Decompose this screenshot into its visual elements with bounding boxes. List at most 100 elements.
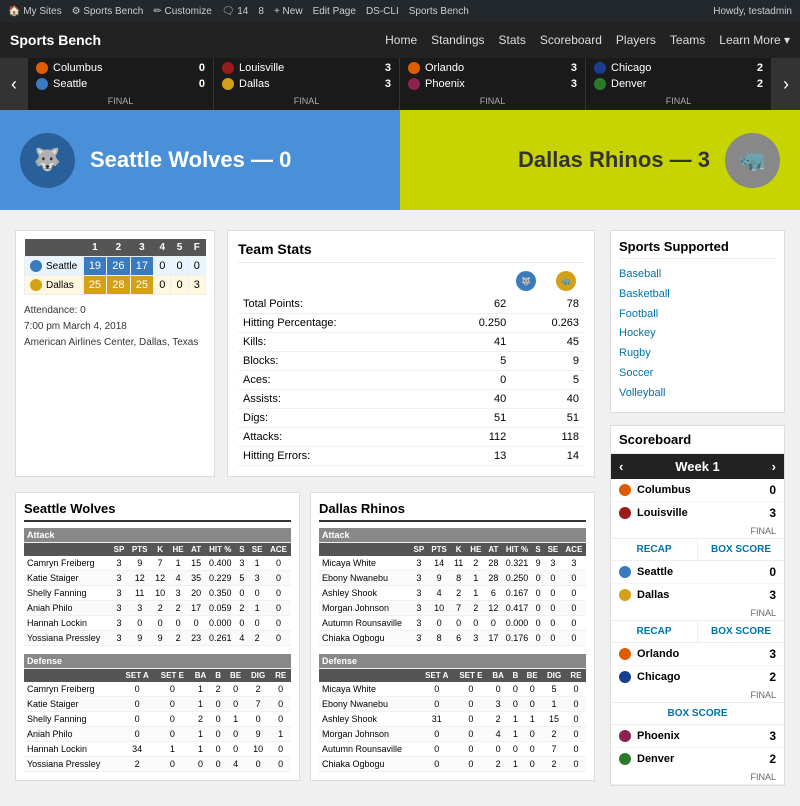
player-row: Hannah Lockin300000.000000 (24, 616, 291, 631)
player-stat: 0 (562, 601, 586, 616)
player-stat: 0.400 (205, 556, 236, 571)
scoreboard-game-4: Phoenix 3 Denver 2 FINAL (611, 725, 784, 785)
player-stat: 2 (169, 601, 188, 616)
score-ticker: ‹ Columbus 0 Seattle 0 FINAL Louisville … (0, 58, 800, 110)
afg-logo: 🐺 (516, 271, 536, 291)
def-th-0 (319, 669, 420, 683)
th-he: HE (467, 543, 485, 557)
defense-stat: 0 (225, 727, 246, 742)
defense-stat: 10 (246, 742, 270, 757)
defense-stat: 1 (522, 712, 542, 727)
defense-stat: 2 (488, 757, 509, 772)
admin-new[interactable]: + New (274, 6, 303, 17)
stats-row: Attacks: 112 118 (238, 428, 584, 447)
ticker-next[interactable]: › (772, 58, 800, 110)
nav-players[interactable]: Players (616, 33, 656, 47)
admin-my-sites[interactable]: 🏠 My Sites (8, 6, 62, 17)
sport-item[interactable]: Baseball (619, 265, 776, 285)
player-stat: 28 (485, 571, 502, 586)
nav-stats[interactable]: Stats (499, 33, 526, 47)
ticker-team-chicago: Chicago 2 (594, 62, 763, 74)
sb-team1-score: 3 (769, 647, 776, 661)
sb-team2-row: Louisville 3 (611, 502, 784, 524)
dallas-s1: 25 (83, 276, 106, 295)
player-stat: 0.417 (502, 601, 532, 616)
seattle-s4: 0 (154, 257, 171, 276)
stat-label: Assists: (238, 390, 439, 409)
player-stat: 0 (248, 586, 266, 601)
sb-team1-name: Phoenix (637, 730, 763, 742)
defense-stat: 0 (566, 682, 586, 697)
stat-v1: 5 (439, 352, 512, 371)
admin-sports-bench[interactable]: ⚙ Sports Bench (72, 6, 144, 17)
nav-home[interactable]: Home (385, 33, 417, 47)
player-stat: 3 (110, 571, 128, 586)
defense-stat: 4 (488, 727, 509, 742)
player-name: Autumn Rounsaville (319, 616, 410, 631)
sport-item[interactable]: Hockey (619, 324, 776, 344)
nav-standings[interactable]: Standings (431, 33, 484, 47)
nav-learn-more[interactable]: Learn More ▾ (719, 33, 790, 47)
stat-v2: 9 (511, 352, 584, 371)
ticker-prev[interactable]: ‹ (0, 58, 28, 110)
scoreboard-next[interactable]: › (772, 459, 776, 474)
player-name: Aniah Philo (24, 601, 110, 616)
denver-score: 2 (749, 78, 763, 90)
scoreboard-prev[interactable]: ‹ (619, 459, 623, 474)
sb-final-2: FINAL (611, 606, 784, 620)
player-stat: 0 (266, 571, 291, 586)
def-th-5: BE (225, 669, 246, 683)
attendance-info: Attendance: 0 7:00 pm March 4, 2018 Amer… (24, 303, 206, 351)
seattle-logo: 🐺 (20, 133, 75, 188)
sb-action-box-score[interactable]: BOX SCORE (698, 621, 784, 642)
defense-stat: 0 (270, 742, 291, 757)
admin-ds-cli[interactable]: DS-CLI (366, 6, 399, 17)
admin-comments[interactable]: 🗨 14 (222, 6, 249, 17)
stat-v2: 118 (511, 428, 584, 447)
admin-edit-page[interactable]: Edit Page (313, 6, 356, 17)
sb-action-recap[interactable]: RECAP (611, 539, 698, 560)
admin-bench[interactable]: Sports Bench (409, 6, 469, 17)
defense-stat: 0 (522, 697, 542, 712)
sb-action-box-score[interactable]: BOX SCORE (611, 703, 784, 724)
sport-item[interactable]: Soccer (619, 364, 776, 384)
defense-stat: 0 (211, 727, 225, 742)
player-stat: 0 (169, 616, 188, 631)
stat-label: Hitting Errors: (238, 447, 439, 466)
seattle-name-ticker: Seattle (53, 78, 186, 90)
player-row: Shelly Fanning311103200.350000 (24, 586, 291, 601)
player-stat: 20 (187, 586, 204, 601)
player-stat: 10 (151, 586, 168, 601)
sport-item[interactable]: Football (619, 305, 776, 325)
sport-item[interactable]: Rugby (619, 344, 776, 364)
player-name: Chiaka Ogbogu (319, 757, 420, 772)
player-stat: 2 (169, 631, 188, 646)
hero-seattle-name: Seattle Wolves — 0 (90, 147, 291, 173)
player-row: Autumn Rounsaville300000.000000 (319, 616, 586, 631)
sb-action-box-score[interactable]: BOX SCORE (698, 539, 784, 560)
sb-team2-name: Dallas (637, 589, 763, 601)
site-brand[interactable]: Sports Bench (10, 32, 101, 48)
sport-item[interactable]: Volleyball (619, 384, 776, 404)
sport-item[interactable]: Basketball (619, 285, 776, 305)
stat-label: Digs: (238, 409, 439, 428)
player-stat: 0 (532, 631, 544, 646)
admin-customize[interactable]: ✏ Customize (153, 6, 211, 17)
nav-teams[interactable]: Teams (670, 33, 705, 47)
sb-team2-row: Chicago 2 (611, 666, 784, 688)
player-stat: 3 (110, 616, 128, 631)
player-stat: 12 (151, 571, 168, 586)
player-stat: 3 (410, 616, 428, 631)
sb-team1-name: Seattle (637, 566, 763, 578)
player-name: Ebony Nwanebu (319, 571, 410, 586)
stat-v2: 45 (511, 333, 584, 352)
admin-updates[interactable]: 8 (258, 6, 264, 17)
nav-scoreboard[interactable]: Scoreboard (540, 33, 602, 47)
defense-row: Autumn Rounsaville0000070 (319, 742, 586, 757)
sb-team1-row: Seattle 0 (611, 561, 784, 584)
sb-action-recap[interactable]: RECAP (611, 621, 698, 642)
th-se: SE (248, 543, 266, 557)
ticker-game-3: Orlando 3 Phoenix 3 FINAL (400, 58, 586, 110)
player-stat: 0.000 (205, 616, 236, 631)
sb-actions-3: BOX SCORE (611, 702, 784, 724)
